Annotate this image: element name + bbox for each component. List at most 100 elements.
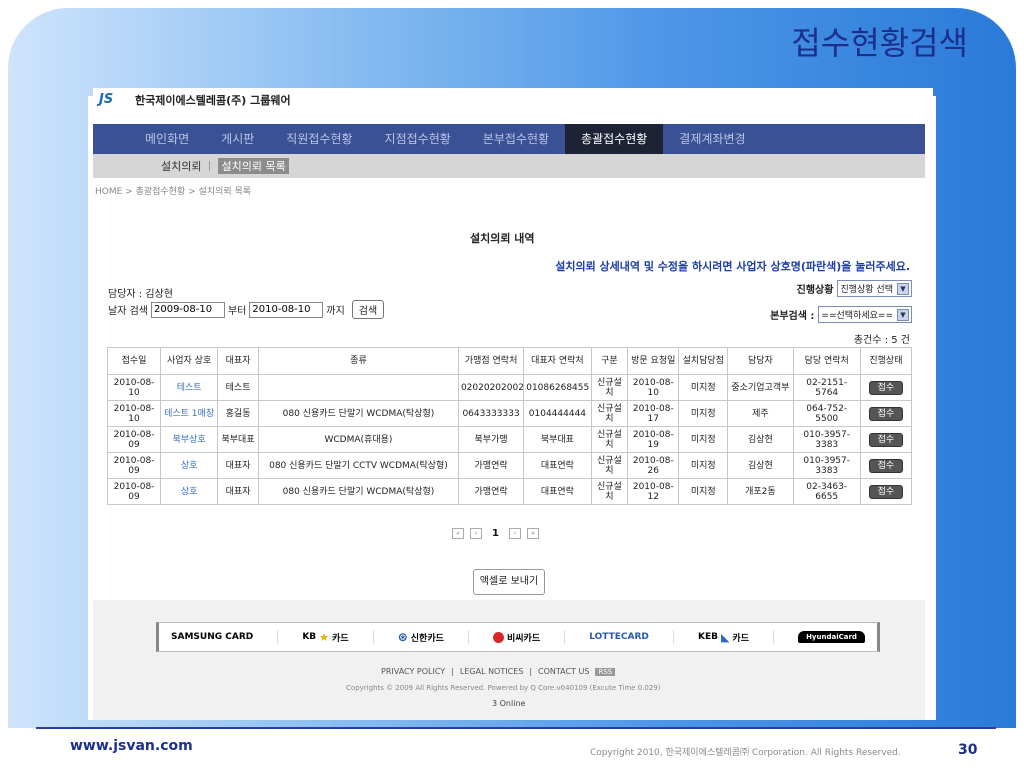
keb-card-logo[interactable]: KEB ◣ 카드 — [698, 631, 749, 644]
nav-item-total-receipts[interactable]: 총괄접수현황 — [565, 124, 664, 154]
pagination: « ‹ 1 › » — [452, 528, 539, 539]
cell-status: 접수 — [859, 400, 913, 427]
first-page-icon[interactable]: « — [452, 528, 464, 539]
samsung-card-logo[interactable]: SAMSUNG CARD — [171, 632, 253, 642]
cell-visit-date: 2010-08-17 — [627, 400, 680, 427]
cell-category: 신규설치 — [590, 426, 629, 453]
cell-store-contact: 02020202002 — [457, 374, 525, 401]
cell-date: 2010-08-10 — [106, 400, 162, 427]
last-page-icon[interactable]: » — [526, 528, 539, 539]
region-select[interactable]: ==선택하세요== ▼ — [818, 306, 912, 323]
total-count: 총건수 : 5 건 — [853, 335, 910, 346]
manager-label: 담당자 : 김상현 — [108, 289, 173, 300]
prev-page-icon[interactable]: ‹ — [470, 528, 482, 539]
nav-item-board[interactable]: 게시판 — [205, 124, 270, 154]
next-page-icon[interactable]: › — [508, 528, 521, 539]
col-header: 진행상태 — [859, 347, 913, 375]
cell-manager: 개포2동 — [727, 478, 794, 505]
subnav-divider — [209, 161, 211, 171]
footer-rights: Copyrights © 2009 All Rights Reserved. P… — [346, 684, 661, 692]
col-header: 대표자 — [217, 347, 259, 375]
export-excel-button[interactable]: 액셀로 보내기 — [473, 569, 545, 595]
cell-owner: 북부대표 — [217, 426, 259, 453]
progress-select[interactable]: 진행상황 선택 ▼ — [837, 280, 912, 297]
table-row: 2010-08-10 테스트 1매장 홍길동 080 신용카드 단말기 WCDM… — [106, 400, 913, 427]
cell-visit-date: 2010-08-26 — [627, 452, 680, 479]
kb-card-logo[interactable]: KB ★ 카드 — [302, 631, 348, 644]
date-from-input[interactable] — [150, 301, 225, 318]
cell-manager-contact: 010-3957-3383 — [792, 452, 861, 479]
divider — [467, 630, 469, 644]
subnav-install-request[interactable]: 설치의뢰 — [161, 158, 201, 174]
current-page[interactable]: 1 — [488, 528, 503, 539]
cell-owner-contact: 대표연락 — [523, 478, 592, 505]
cell-manager-contact: 010-3957-3383 — [792, 426, 861, 453]
cell-date: 2010-08-09 — [106, 478, 162, 505]
nav-item-main[interactable]: 메인화면 — [129, 124, 205, 154]
nav-item-staff-receipts[interactable]: 직원접수현황 — [270, 124, 368, 154]
divider — [372, 630, 374, 644]
section-title: 설치의뢰 내역 — [470, 232, 535, 245]
business-name-link[interactable]: 테스트 — [160, 374, 219, 401]
contact-us-link[interactable]: CONTACT US — [538, 667, 589, 676]
cell-install-branch: 미지정 — [678, 400, 729, 427]
status-button[interactable]: 접수 — [868, 432, 904, 447]
rss-icon[interactable]: RSS — [595, 667, 616, 676]
card-partners: SAMSUNG CARD KB ★ 카드 ⊛ 신한카드 비씨카드 LOTTECARD … — [156, 622, 880, 652]
cell-status: 접수 — [859, 478, 913, 505]
table-row: 2010-08-09 상호 대표자 080 신용카드 단말기 WCDMA(탁상형… — [106, 478, 913, 505]
cell-status: 접수 — [859, 426, 913, 453]
hyundai-card-logo[interactable]: HyundaiCard — [798, 631, 865, 643]
cell-type — [257, 374, 459, 401]
keb-text: KEB — [697, 632, 718, 642]
status-button[interactable]: 접수 — [868, 484, 904, 499]
cell-owner: 대표자 — [217, 452, 259, 479]
notice-text: 설치의뢰 상세내역 및 수정을 하시려면 사업자 상호명(파란색)을 눌러주세요… — [555, 260, 910, 273]
status-button[interactable]: 접수 — [868, 458, 904, 473]
search-button[interactable]: 검색 — [351, 300, 385, 319]
slide-page-number: 30 — [958, 742, 978, 758]
lotte-card-logo[interactable]: LOTTECARD — [589, 632, 649, 642]
nav-item-hq-receipts[interactable]: 본부접수현황 — [467, 124, 565, 154]
shinhan-card-text: 신한카드 — [410, 633, 444, 644]
subnav-install-list[interactable]: 설치의뢰 목록 — [218, 158, 289, 174]
lotte-card-text: LOTTECARD — [589, 632, 649, 642]
status-button[interactable]: 접수 — [868, 406, 904, 421]
divider — [564, 630, 566, 644]
privacy-policy-link[interactable]: PRIVACY POLICY — [381, 667, 445, 676]
status-button[interactable]: 접수 — [868, 380, 904, 395]
samsung-card-text: SAMSUNG CARD — [171, 632, 254, 642]
cell-date: 2010-08-10 — [106, 374, 162, 401]
cell-date: 2010-08-09 — [106, 426, 162, 453]
date-to-input[interactable] — [249, 301, 324, 318]
bc-card-logo[interactable]: 비씨카드 — [492, 631, 540, 644]
shinhan-icon: ⊛ — [397, 630, 408, 644]
col-header: 방문 요청일 — [627, 347, 680, 375]
cell-type: 080 신용카드 단말기 CCTV WCDMA(탁상형) — [257, 452, 459, 479]
table-row: 2010-08-10 테스트 테스트 02020202002 010862684… — [106, 374, 913, 401]
footer-links: PRIVACY POLICY | LEGAL NOTICES | CONTACT… — [381, 667, 616, 676]
cell-manager: 김상현 — [727, 452, 794, 479]
nav-item-account-change[interactable]: 결제계좌변경 — [663, 124, 761, 154]
cell-manager-contact: 02-2151-5764 — [792, 374, 861, 401]
cell-category: 신규설치 — [590, 452, 629, 479]
cell-store-contact: 0643333333 — [457, 400, 525, 427]
cell-store-contact: 북부가맹 — [457, 426, 525, 453]
cell-manager-contact: 02-3463-6655 — [792, 478, 861, 505]
business-name-link[interactable]: 상호 — [160, 478, 219, 505]
company-logo[interactable]: JS — [99, 92, 127, 107]
legal-notices-link[interactable]: LEGAL NOTICES — [460, 667, 523, 676]
divider — [277, 630, 279, 644]
col-header: 구분 — [590, 347, 629, 375]
business-name-link[interactable]: 상호 — [160, 452, 219, 479]
main-nav: 메인화면 게시판 직원접수현황 지점접수현황 본부접수현황 총괄접수현황 결제계… — [93, 124, 925, 154]
nav-item-branch-receipts[interactable]: 지점접수현황 — [369, 124, 467, 154]
date-filter: 날자 검색 부터 까지 검색 — [108, 300, 385, 319]
progress-label: 진행상황 — [796, 285, 834, 296]
shinhan-card-logo[interactable]: ⊛ 신한카드 — [398, 630, 444, 644]
business-name-link[interactable]: 테스트 1매장 — [160, 400, 219, 427]
bc-icon — [492, 631, 504, 643]
business-name-link[interactable]: 북부상호 — [160, 426, 219, 453]
from-suffix: 부터 — [227, 306, 247, 317]
cell-install-branch: 미지정 — [678, 452, 729, 479]
